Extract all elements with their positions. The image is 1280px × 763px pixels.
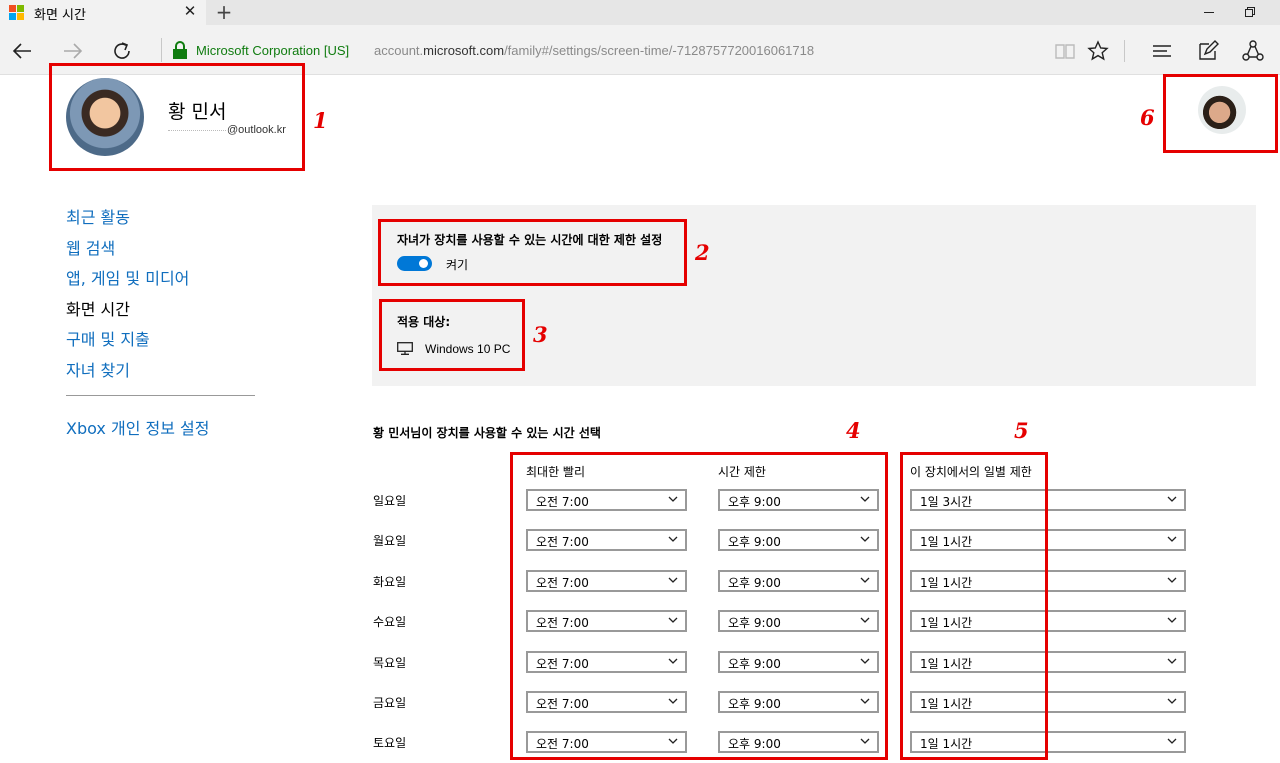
close-tab-icon[interactable]: ✕ <box>181 2 199 20</box>
chevron-down-icon <box>1167 658 1177 664</box>
annotation-number-3: 3 <box>533 322 548 347</box>
annotation-number-2: 2 <box>695 240 710 265</box>
web-note-icon[interactable] <box>1195 38 1221 64</box>
annotation-number-6: 6 <box>1140 105 1155 130</box>
tab-bar: 화면 시간 ✕ + <box>0 0 1280 25</box>
minimize-button[interactable] <box>1199 3 1219 21</box>
tab-title: 화면 시간 <box>34 8 86 23</box>
sidebar-item-purchase-spending[interactable]: 구매 및 지출 <box>66 326 150 350</box>
day-label: 일요일 <box>373 494 407 508</box>
sidebar-item-apps-games-media[interactable]: 앱, 게임 및 미디어 <box>66 265 189 289</box>
url-domain: microsoft.com <box>423 43 505 58</box>
hub-icon[interactable] <box>1149 38 1175 64</box>
annotation-box-4 <box>510 452 888 760</box>
chevron-down-icon <box>1167 577 1177 583</box>
back-icon[interactable] <box>10 38 36 64</box>
forward-icon[interactable] <box>59 38 85 64</box>
annotation-number-5: 5 <box>1014 418 1029 443</box>
share-icon[interactable] <box>1240 38 1266 64</box>
annotation-box-3 <box>379 299 525 371</box>
chevron-down-icon <box>1167 617 1177 623</box>
day-label: 토요일 <box>373 736 407 750</box>
url-prefix: account. <box>374 43 424 58</box>
url-path: /family#/settings/screen-time/-712875772… <box>504 43 815 58</box>
chevron-down-icon <box>1167 536 1177 542</box>
annotation-number-4: 4 <box>846 418 861 443</box>
sidebar-item-recent-activity[interactable]: 최근 활동 <box>66 204 130 228</box>
address-bar[interactable]: account.microsoft.com/family#/settings/s… <box>374 43 814 58</box>
schedule-title: 황 민서님이 장치를 사용할 수 있는 시간 선택 <box>373 426 601 440</box>
day-label: 월요일 <box>373 534 407 548</box>
sidebar-item-xbox-privacy[interactable]: Xbox 개인 정보 설정 <box>66 415 209 439</box>
microsoft-logo-icon <box>9 5 24 20</box>
chevron-down-icon <box>1167 738 1177 744</box>
divider <box>161 38 162 62</box>
refresh-icon[interactable] <box>109 38 135 64</box>
lock-icon[interactable] <box>173 41 187 59</box>
divider <box>1124 40 1125 62</box>
chevron-down-icon <box>1167 496 1177 502</box>
day-label: 금요일 <box>373 696 407 710</box>
site-identity[interactable]: Microsoft Corporation [US] <box>196 43 349 58</box>
day-label: 화요일 <box>373 575 407 589</box>
sidebar-item-find-child[interactable]: 자녀 찾기 <box>66 357 130 381</box>
new-tab-button[interactable]: + <box>214 0 234 24</box>
annotation-box-6 <box>1163 74 1278 153</box>
sidebar-item-web-search[interactable]: 웹 검색 <box>66 235 115 259</box>
restore-button[interactable] <box>1240 3 1260 21</box>
sidebar-item-screen-time[interactable]: 화면 시간 <box>66 296 130 320</box>
favorite-star-icon[interactable] <box>1085 38 1111 64</box>
day-label: 목요일 <box>373 656 407 670</box>
annotation-number-1: 1 <box>313 108 328 133</box>
annotation-box-1 <box>49 63 305 171</box>
chevron-down-icon <box>1167 698 1177 704</box>
day-label: 수요일 <box>373 615 407 629</box>
divider <box>66 395 255 396</box>
browser-tab[interactable]: 화면 시간 ✕ <box>0 0 206 25</box>
reading-view-icon[interactable] <box>1052 38 1078 64</box>
annotation-box-2 <box>378 219 687 286</box>
annotation-box-5 <box>900 452 1048 760</box>
